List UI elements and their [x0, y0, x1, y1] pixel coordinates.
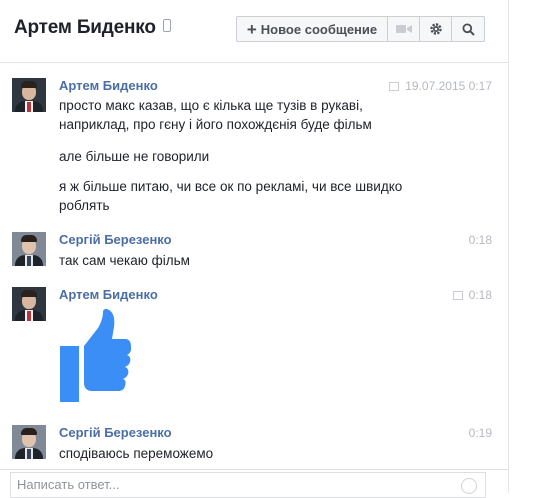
conversation-header: Артем Биденко + Новое сообщение	[0, 0, 508, 63]
message-group: Артем Биденко 0:18	[12, 287, 492, 407]
message-group: Сергій Березенко 0:19 сподіваюсь перемож…	[12, 425, 492, 469]
search-icon	[462, 23, 475, 36]
reply-input[interactable]	[11, 473, 457, 495]
message-meta: 0:18	[469, 233, 492, 247]
source-icon	[389, 81, 400, 91]
message-text: я ж більше питаю, чи все ок по рекламі, …	[59, 179, 403, 194]
avatar[interactable]	[12, 425, 46, 459]
new-message-label: Новое сообщение	[260, 21, 378, 37]
source-icon	[452, 290, 463, 300]
settings-button[interactable]	[420, 17, 452, 41]
message-time: 0:19	[468, 426, 492, 440]
search-button[interactable]	[452, 17, 484, 41]
new-message-button[interactable]: + Новое сообщение	[237, 17, 388, 41]
video-call-button[interactable]	[388, 17, 420, 41]
author-name[interactable]: Сергій Березенко	[59, 232, 172, 247]
plus-icon: +	[246, 19, 257, 39]
mobile-phone-icon	[162, 19, 171, 32]
reply-field-container	[10, 472, 486, 498]
author-name[interactable]: Артем Биденко	[59, 287, 158, 302]
author-name[interactable]: Сергій Березенко	[59, 425, 172, 440]
conversation-title: Артем Биденко	[14, 17, 171, 39]
avatar[interactable]	[12, 232, 46, 266]
message-time: 19.07.2015 0:17	[405, 79, 492, 93]
smiley-icon[interactable]	[461, 478, 477, 494]
message-meta: 0:19	[469, 426, 492, 440]
video-call-icon	[395, 25, 412, 33]
message-text: сподіваюсь переможемо	[59, 446, 214, 461]
avatar[interactable]	[12, 287, 46, 321]
message-meta: 0:18	[452, 288, 492, 302]
thumbs-up-icon[interactable]	[59, 309, 131, 403]
message-group: Сергій Березенко 0:18 так сам чекаю філь…	[12, 232, 492, 272]
message-text: роблять	[59, 198, 110, 213]
message-text: так сам чекаю фільм	[59, 253, 190, 268]
message-text: наприклад, про гєну і його похождєнія бу…	[59, 117, 372, 132]
panel-divider	[508, 0, 509, 493]
message-text: просто макс казав, що є кілька ще тузів …	[59, 98, 363, 113]
message-time: 0:18	[468, 288, 492, 302]
avatar[interactable]	[12, 78, 46, 112]
message-text: але більше не говорили	[59, 149, 210, 164]
message-meta: 19.07.2015 0:17	[389, 79, 492, 93]
author-name[interactable]: Артем Биденко	[59, 78, 158, 93]
message-group: Артем Биденко 19.07.2015 0:17 просто мак…	[12, 78, 492, 218]
gear-icon	[429, 23, 442, 35]
header-toolbar: + Новое сообщение	[236, 16, 485, 42]
reply-composer	[0, 469, 508, 498]
message-time: 0:18	[468, 233, 492, 247]
conversation-title-text: Артем Биденко	[14, 17, 156, 38]
